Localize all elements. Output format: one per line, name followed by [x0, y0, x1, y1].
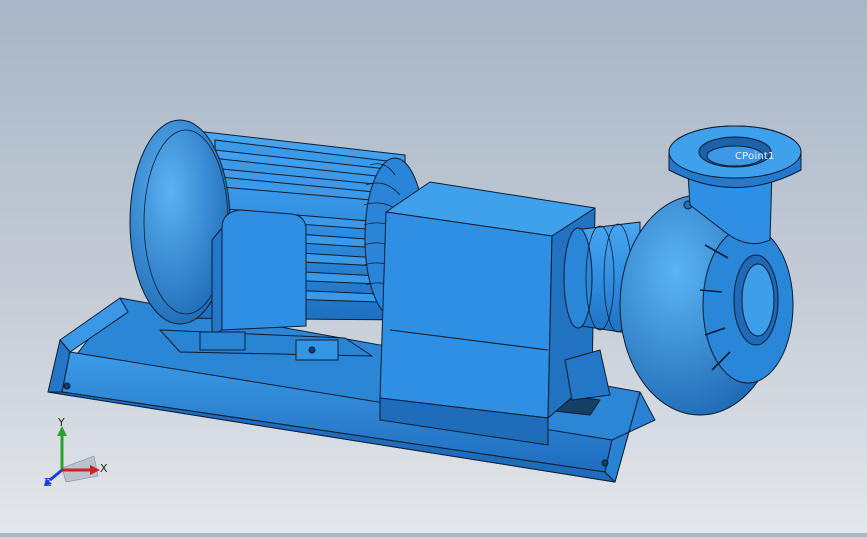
y-axis-label: Y [58, 416, 65, 429]
reference-point-label[interactable]: CPoint1 [735, 151, 775, 162]
x-axis-label: X [100, 462, 108, 475]
z-axis-label: Z [44, 476, 52, 489]
reference-triad[interactable]: Y X Z [36, 412, 116, 492]
bearing-frame [379, 181, 596, 446]
graphics-viewport[interactable]: CPoint1 Y X Z [0, 0, 867, 533]
pump-assembly-model[interactable] [0, 0, 867, 533]
